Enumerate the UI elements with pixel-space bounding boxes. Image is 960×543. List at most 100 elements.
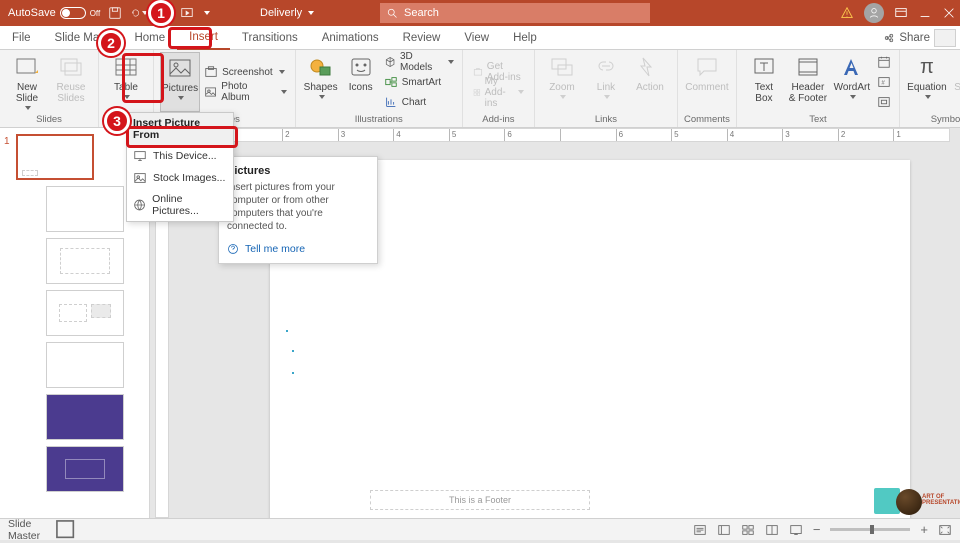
menu-item-stock-images[interactable]: Stock Images... bbox=[127, 167, 233, 189]
save-icon[interactable] bbox=[106, 4, 124, 22]
tooltip-title: Pictures bbox=[227, 165, 369, 177]
comments-pane-toggle[interactable] bbox=[934, 29, 956, 47]
action-button[interactable]: Action bbox=[629, 52, 671, 112]
ribbon-tabs: File Slide Master Home Insert Transition… bbox=[0, 26, 960, 50]
annotation-3: 3 bbox=[104, 108, 130, 134]
group-comments: Comment Comments bbox=[678, 50, 737, 127]
photo-album-button[interactable]: Photo Album bbox=[202, 82, 288, 102]
status-bar: Slide Master − + bbox=[0, 518, 960, 540]
undo-icon[interactable] bbox=[130, 4, 148, 22]
tab-review[interactable]: Review bbox=[391, 26, 453, 49]
tab-view[interactable]: View bbox=[452, 26, 501, 49]
share-button[interactable]: Share bbox=[883, 32, 930, 44]
group-slides: New Slide Reuse Slides Slides bbox=[0, 50, 99, 127]
header-footer-button[interactable]: Header & Footer bbox=[787, 52, 829, 112]
close-icon[interactable] bbox=[942, 6, 956, 20]
search-box[interactable] bbox=[380, 3, 650, 23]
title-bar: AutoSave Off Deliverly bbox=[0, 0, 960, 26]
search-input[interactable] bbox=[404, 7, 644, 19]
group-illustrations: Shapes Icons 3D Models SmartArt Chart Il… bbox=[296, 50, 463, 127]
tab-file[interactable]: File bbox=[0, 26, 43, 49]
help-icon bbox=[227, 243, 239, 255]
sorter-view-icon[interactable] bbox=[741, 523, 755, 537]
shapes-button[interactable]: Shapes bbox=[302, 52, 340, 112]
pictures-tooltip: Pictures Insert pictures from your compu… bbox=[218, 156, 378, 264]
layout-thumbnail-4[interactable] bbox=[46, 342, 124, 388]
tell-me-more-link[interactable]: Tell me more bbox=[227, 243, 369, 255]
equation-button[interactable]: πEquation bbox=[906, 52, 948, 112]
date-time-button[interactable] bbox=[875, 52, 893, 72]
fit-to-window-icon[interactable] bbox=[938, 523, 952, 537]
object-button[interactable] bbox=[875, 92, 893, 112]
pictures-button[interactable]: Pictures bbox=[160, 52, 200, 112]
annotation-1: 1 bbox=[148, 0, 174, 26]
tab-insert[interactable]: Insert bbox=[177, 27, 230, 50]
3d-models-button[interactable]: 3D Models bbox=[382, 52, 456, 72]
watermark-logo: ART OFPRESENTATIONS bbox=[896, 488, 954, 516]
zoom-slider[interactable] bbox=[830, 528, 910, 531]
reading-view-icon[interactable] bbox=[765, 523, 779, 537]
textbox-button[interactable]: Text Box bbox=[743, 52, 785, 112]
search-icon bbox=[386, 7, 398, 19]
dropdown-header: Insert Picture From bbox=[127, 113, 233, 145]
master-index: 1 bbox=[4, 136, 10, 147]
table-button[interactable]: Table bbox=[105, 52, 147, 112]
tab-home[interactable]: Home bbox=[130, 26, 177, 49]
autosave-state: Off bbox=[90, 9, 101, 18]
tab-animations[interactable]: Animations bbox=[310, 26, 391, 49]
toggle-pill[interactable] bbox=[60, 7, 86, 19]
insert-picture-from-menu: Insert Picture From This Device... Stock… bbox=[126, 112, 234, 222]
menu-item-this-device[interactable]: This Device... bbox=[127, 145, 233, 167]
ruler-horizontal: 123456654321 bbox=[170, 128, 950, 142]
account-icon[interactable] bbox=[864, 3, 884, 23]
online-pictures-icon bbox=[133, 198, 146, 212]
qat-customize-icon[interactable] bbox=[204, 11, 210, 15]
icons-button[interactable]: Icons bbox=[342, 52, 380, 112]
zoom-out-button[interactable]: − bbox=[813, 522, 821, 537]
accessibility-icon[interactable] bbox=[52, 516, 78, 542]
layout-thumbnail-3[interactable] bbox=[46, 290, 124, 336]
group-text: Text Box Header & Footer WordArt # Text bbox=[737, 50, 900, 127]
new-slide-button[interactable]: New Slide bbox=[6, 52, 48, 112]
symbol-button[interactable]: ΩSymbol bbox=[950, 52, 960, 112]
reuse-slides-button: Reuse Slides bbox=[50, 52, 92, 112]
layout-thumbnail-6[interactable] bbox=[46, 446, 124, 492]
footer-placeholder[interactable]: This is a Footer bbox=[370, 490, 590, 510]
smartart-button[interactable]: SmartArt bbox=[382, 72, 456, 92]
slide-number-button[interactable]: # bbox=[875, 72, 893, 92]
tab-transitions[interactable]: Transitions bbox=[230, 26, 310, 49]
warning-icon[interactable] bbox=[840, 6, 854, 20]
menu-item-online-pictures[interactable]: Online Pictures... bbox=[127, 189, 233, 221]
slideshow-view-icon[interactable] bbox=[789, 523, 803, 537]
monitor-icon bbox=[133, 149, 147, 163]
notes-button[interactable] bbox=[693, 523, 707, 537]
svg-text:#: # bbox=[881, 80, 885, 87]
layout-thumbnail-5[interactable] bbox=[46, 394, 124, 440]
chart-button[interactable]: Chart bbox=[382, 92, 456, 112]
stock-images-icon bbox=[133, 171, 147, 185]
annotation-2: 2 bbox=[98, 30, 124, 56]
screenshot-button[interactable]: Screenshot bbox=[202, 62, 288, 82]
tooltip-body: Insert pictures from your computer or fr… bbox=[227, 181, 369, 233]
comment-button[interactable]: Comment bbox=[686, 52, 728, 112]
group-addins: Get Add-ins My Add-ins Add-ins bbox=[463, 50, 535, 127]
zoom-in-button[interactable]: + bbox=[920, 522, 928, 537]
autosave-label: AutoSave bbox=[8, 7, 56, 19]
view-mode: Slide Master bbox=[8, 518, 40, 542]
layout-thumbnail-2[interactable] bbox=[46, 238, 124, 284]
layout-thumbnail-1[interactable] bbox=[46, 186, 124, 232]
zoom-button[interactable]: Zoom bbox=[541, 52, 583, 112]
link-button[interactable]: Link bbox=[585, 52, 627, 112]
master-thumbnail[interactable] bbox=[16, 134, 94, 180]
my-addins-button[interactable]: My Add-ins bbox=[471, 82, 526, 102]
normal-view-icon[interactable] bbox=[717, 523, 731, 537]
tab-help[interactable]: Help bbox=[501, 26, 549, 49]
group-links: Zoom Link Action Links bbox=[535, 50, 678, 127]
document-title[interactable]: Deliverly bbox=[260, 7, 314, 19]
start-slideshow-icon[interactable] bbox=[178, 4, 196, 22]
group-symbols: πEquation ΩSymbol Symbols bbox=[900, 50, 960, 127]
autosave-toggle[interactable]: AutoSave Off bbox=[8, 7, 100, 19]
minimize-icon[interactable] bbox=[918, 6, 932, 20]
ribbon-display-icon[interactable] bbox=[894, 6, 908, 20]
wordart-button[interactable]: WordArt bbox=[831, 52, 873, 112]
